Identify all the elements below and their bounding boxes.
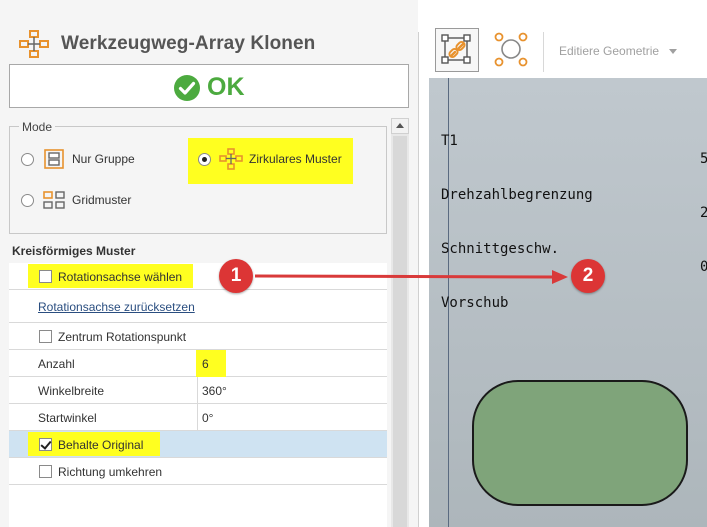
property-grid: Kreisförmiges Muster Rotationsachse wähl… bbox=[9, 238, 387, 527]
checkbox-rotation-axis[interactable] bbox=[39, 270, 52, 283]
annotation-marker-1: 1 bbox=[219, 259, 253, 293]
section-title: Kreisförmiges Muster bbox=[9, 238, 387, 263]
link-reset-rotation-axis[interactable]: Rotationsachse zurücksetzen bbox=[38, 300, 195, 314]
value-start-angle[interactable]: 0° bbox=[202, 411, 213, 425]
info-value-speed-limit: 5 bbox=[700, 151, 707, 167]
nodes-icon bbox=[494, 32, 528, 67]
row-count[interactable]: Anzahl 6 bbox=[9, 350, 387, 377]
grid-pattern-icon bbox=[43, 191, 65, 209]
scroll-up-button[interactable] bbox=[391, 118, 409, 134]
panel-header: Werkzeugweg-Array Klonen bbox=[0, 0, 418, 64]
array-clone-icon bbox=[19, 30, 49, 58]
chevron-down-icon bbox=[669, 48, 678, 54]
checkbox-center-point[interactable] bbox=[39, 330, 52, 343]
label-angle-width: Winkelbreite bbox=[38, 384, 105, 398]
group-icon bbox=[44, 149, 64, 169]
link-geometry-button[interactable] bbox=[435, 28, 479, 72]
column-divider bbox=[197, 404, 198, 431]
radio-label-nur-gruppe: Nur Gruppe bbox=[72, 152, 135, 166]
radio-label-zirkulares-muster: Zirkulares Muster bbox=[249, 152, 342, 166]
panel-splitter[interactable] bbox=[418, 32, 419, 527]
edit-geometry-label: Editiere Geometrie bbox=[559, 44, 660, 58]
info-line-feed: Vorschub bbox=[441, 295, 509, 311]
mode-legend: Mode bbox=[19, 120, 56, 134]
radio-nur-gruppe[interactable] bbox=[21, 152, 34, 166]
label-keep-original: Behalte Original bbox=[58, 438, 144, 452]
row-reverse-direction[interactable]: Richtung umkehren bbox=[9, 458, 387, 485]
radio-gridmuster[interactable] bbox=[21, 193, 34, 207]
label-count: Anzahl bbox=[38, 357, 75, 371]
radio-zirkulares-muster[interactable] bbox=[198, 152, 211, 166]
ok-button[interactable]: OK bbox=[9, 64, 409, 108]
radio-label-gridmuster: Gridmuster bbox=[72, 193, 132, 207]
scrollbar-thumb[interactable] bbox=[393, 136, 407, 527]
value-count[interactable]: 6 bbox=[202, 357, 209, 371]
row-start-angle[interactable]: Startwinkel 0° bbox=[9, 404, 387, 431]
info-line-cutting-speed: Schnittgeschw. bbox=[441, 241, 560, 257]
info-line-tool: T1 bbox=[441, 133, 458, 149]
info-line-speed-limit: Drehzahlbegrenzung bbox=[441, 187, 593, 203]
mode-option-nur-gruppe[interactable]: Nur Gruppe bbox=[21, 148, 135, 170]
edit-geometry-dropdown[interactable]: Editiere Geometrie bbox=[559, 44, 678, 58]
info-value-cutting-speed: 2 bbox=[700, 205, 707, 221]
mode-option-gridmuster[interactable]: Gridmuster bbox=[21, 189, 131, 211]
row-angle-width[interactable]: Winkelbreite 360° bbox=[9, 377, 387, 404]
tool-info-text: T1 Drehzahlbegrenzung Schnittgeschw. Vor… bbox=[441, 96, 593, 330]
checkbox-reverse-direction[interactable] bbox=[39, 465, 52, 478]
label-reverse-direction: Richtung umkehren bbox=[58, 465, 163, 479]
row-keep-original[interactable]: Behalte Original bbox=[9, 431, 387, 458]
tool-info-values: 5 2 0 bbox=[700, 114, 707, 294]
link-geometry-icon bbox=[441, 34, 471, 64]
column-divider bbox=[197, 377, 198, 404]
mode-option-zirkulares-muster[interactable]: Zirkulares Muster bbox=[198, 148, 342, 170]
row-center-point[interactable]: Zentrum Rotationspunkt bbox=[9, 323, 387, 350]
circular-pattern-icon bbox=[219, 148, 243, 170]
label-start-angle: Startwinkel bbox=[38, 411, 97, 425]
page-title: Werkzeugweg-Array Klonen bbox=[61, 33, 316, 54]
check-circle-icon bbox=[174, 74, 200, 101]
info-value-feed: 0 bbox=[700, 259, 707, 275]
annotation-marker-2: 2 bbox=[571, 259, 605, 293]
highlight-count bbox=[196, 350, 226, 377]
ok-button-label: OK bbox=[207, 73, 245, 101]
toolbar-separator bbox=[543, 32, 544, 72]
row-rotation-axis[interactable]: Rotationsachse wählen bbox=[9, 263, 387, 290]
row-reset-axis: Rotationsachse zurücksetzen bbox=[9, 290, 387, 323]
label-rotation-axis: Rotationsachse wählen bbox=[58, 270, 183, 284]
value-angle-width[interactable]: 360° bbox=[202, 384, 227, 398]
geometry-shape[interactable] bbox=[472, 380, 688, 506]
nodes-button[interactable] bbox=[489, 28, 533, 72]
checkbox-keep-original[interactable] bbox=[39, 438, 52, 451]
label-center-point: Zentrum Rotationspunkt bbox=[58, 330, 187, 344]
